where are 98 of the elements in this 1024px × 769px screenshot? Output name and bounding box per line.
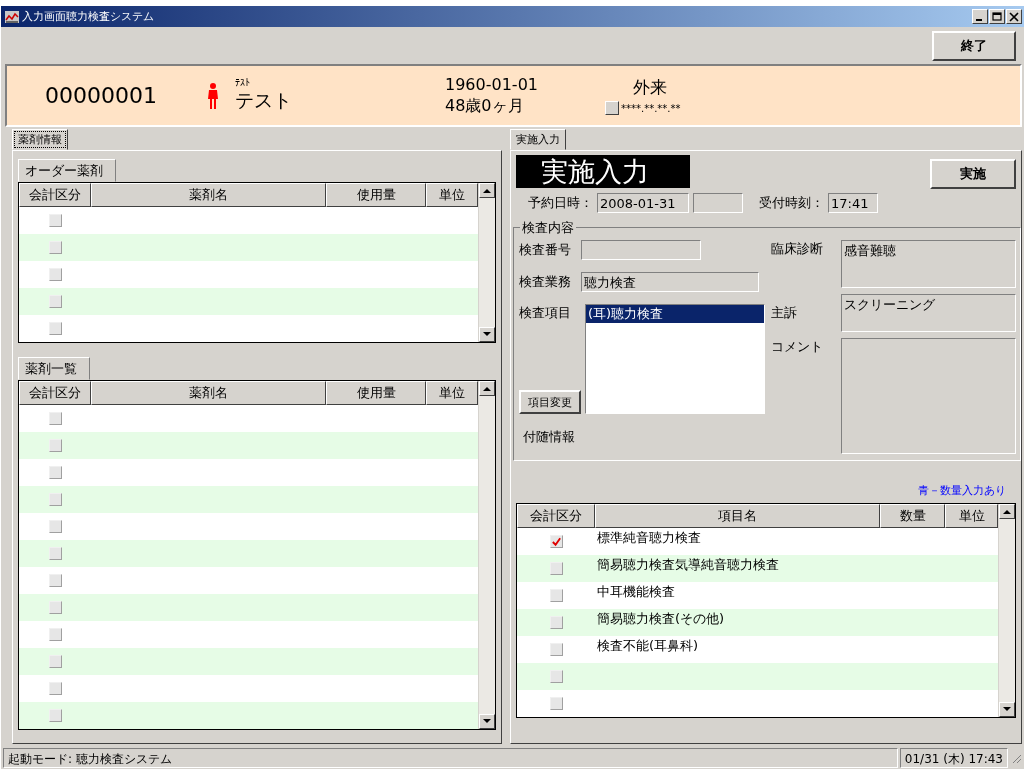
- patient-name-kana: ﾃｽﾄ: [235, 77, 251, 88]
- field-label: 受付時刻：: [759, 194, 824, 212]
- female-figure-icon: [207, 82, 219, 109]
- time-field[interactable]: 17:41: [828, 193, 878, 213]
- panel-tab[interactable]: 薬剤情報: [12, 129, 68, 150]
- status-text: 起動モード: 聴力検査システム: [3, 747, 898, 768]
- checkbox[interactable]: [48, 412, 62, 425]
- checkbox[interactable]: [48, 601, 62, 614]
- table-cell-text: 簡易聴力検査(その他): [596, 610, 726, 628]
- checkbox[interactable]: [549, 697, 563, 710]
- field-label: 検査業務: [519, 273, 572, 291]
- scroll-up-button[interactable]: [479, 183, 495, 198]
- table-cell-text: 中耳機能検査: [596, 583, 676, 601]
- down-arrow-icon: [1003, 707, 1011, 712]
- checkbox[interactable]: [48, 214, 62, 227]
- scroll-down-button[interactable]: [479, 327, 495, 342]
- group-title: 検査内容: [520, 219, 576, 237]
- up-arrow-icon: [1003, 509, 1011, 514]
- checkbox[interactable]: [549, 670, 563, 683]
- column-header[interactable]: 会計区分: [19, 183, 91, 207]
- column-header[interactable]: 単位: [426, 381, 478, 405]
- field-label: 臨床診断: [771, 240, 824, 258]
- time-field[interactable]: [693, 193, 743, 213]
- checkbox[interactable]: [549, 535, 563, 548]
- column-header[interactable]: 使用量: [326, 381, 426, 405]
- status-datetime: 01/31 (木) 17:43: [899, 747, 1008, 768]
- field-label: 予約日時：: [528, 194, 593, 212]
- text-area[interactable]: スクリーニング: [841, 294, 1016, 332]
- checkbox[interactable]: [48, 520, 62, 533]
- column-header[interactable]: 会計区分: [517, 504, 595, 528]
- up-arrow-icon: [483, 386, 491, 391]
- legend-text: 青－数量入力あり: [918, 483, 1006, 498]
- close-icon[interactable]: [1006, 9, 1022, 24]
- window-title: 入力画面聴力検査システム: [22, 9, 154, 24]
- down-arrow-icon: [483, 719, 491, 724]
- scrollbar[interactable]: [478, 381, 495, 729]
- exit-button[interactable]: 終了: [932, 30, 1016, 61]
- birth-date: 1960-01-01: [445, 74, 539, 94]
- input-field[interactable]: 聴力検査: [581, 272, 759, 292]
- minimize-icon[interactable]: [972, 9, 988, 24]
- column-header[interactable]: 単位: [426, 183, 478, 207]
- field-label: 検査項目: [519, 304, 572, 322]
- column-header[interactable]: 薬剤名: [91, 183, 326, 207]
- checkbox[interactable]: [549, 589, 563, 602]
- change-items-button[interactable]: 項目変更: [519, 390, 581, 414]
- scrollbar[interactable]: [478, 183, 495, 342]
- visit-type: 外来: [633, 76, 668, 99]
- small-button[interactable]: [605, 101, 619, 115]
- checkbox[interactable]: [48, 439, 62, 452]
- section-heading: 実施入力: [516, 154, 690, 188]
- scroll-down-button[interactable]: [479, 714, 495, 729]
- patient-name: テスト: [235, 88, 293, 113]
- column-header[interactable]: 単位: [945, 504, 998, 528]
- column-header[interactable]: 使用量: [326, 183, 426, 207]
- panel-tab[interactable]: 実施入力: [510, 129, 566, 150]
- list-box[interactable]: (耳)聴力検査: [585, 304, 765, 414]
- checkbox[interactable]: [48, 574, 62, 587]
- checkbox[interactable]: [549, 643, 563, 656]
- checkbox[interactable]: [48, 493, 62, 506]
- scroll-up-button[interactable]: [999, 504, 1015, 519]
- text-area[interactable]: 感音難聴: [841, 240, 1016, 288]
- field-label: 検査番号: [519, 241, 572, 259]
- patient-age: 48歳0ヶ月: [445, 95, 525, 117]
- checkbox[interactable]: [48, 709, 62, 722]
- checkbox[interactable]: [48, 295, 62, 308]
- table-cell-text: 標準純音聴力検査: [596, 529, 702, 547]
- down-arrow-icon: [483, 332, 491, 337]
- field-label: 主訴: [771, 304, 798, 322]
- scroll-down-button[interactable]: [999, 702, 1015, 717]
- column-header[interactable]: 薬剤名: [91, 381, 326, 405]
- list-item[interactable]: (耳)聴力検査: [586, 305, 764, 323]
- checkbox[interactable]: [549, 562, 563, 575]
- checkbox[interactable]: [48, 628, 62, 641]
- field-label: コメント: [771, 338, 824, 356]
- input-field[interactable]: [581, 240, 701, 260]
- checkbox[interactable]: [48, 547, 62, 560]
- execute-button[interactable]: 実施: [930, 159, 1016, 189]
- scroll-up-button[interactable]: [479, 381, 495, 396]
- checkbox[interactable]: [48, 466, 62, 479]
- checkbox[interactable]: [549, 616, 563, 629]
- checkbox[interactable]: [48, 655, 62, 668]
- scrollbar[interactable]: [998, 504, 1015, 717]
- column-header[interactable]: 項目名: [595, 504, 880, 528]
- date-field[interactable]: 2008-01-31: [597, 193, 689, 213]
- checkbox[interactable]: [48, 268, 62, 281]
- column-header[interactable]: 会計区分: [19, 381, 91, 405]
- insurance-number: ****.**.**.**: [621, 102, 681, 114]
- checkbox[interactable]: [48, 682, 62, 695]
- up-arrow-icon: [483, 188, 491, 193]
- checkbox[interactable]: [48, 322, 62, 335]
- column-header[interactable]: 数量: [880, 504, 945, 528]
- chart-icon: [5, 10, 19, 23]
- table-cell-text: 検査不能(耳鼻科): [596, 637, 700, 655]
- maximize-icon[interactable]: [989, 9, 1005, 24]
- checkbox[interactable]: [48, 241, 62, 254]
- patient-id: 00000001: [45, 83, 158, 108]
- table-cell-text: 簡易聴力検査気導純音聴力検査: [596, 556, 780, 574]
- field-label: 付随情報: [523, 428, 576, 446]
